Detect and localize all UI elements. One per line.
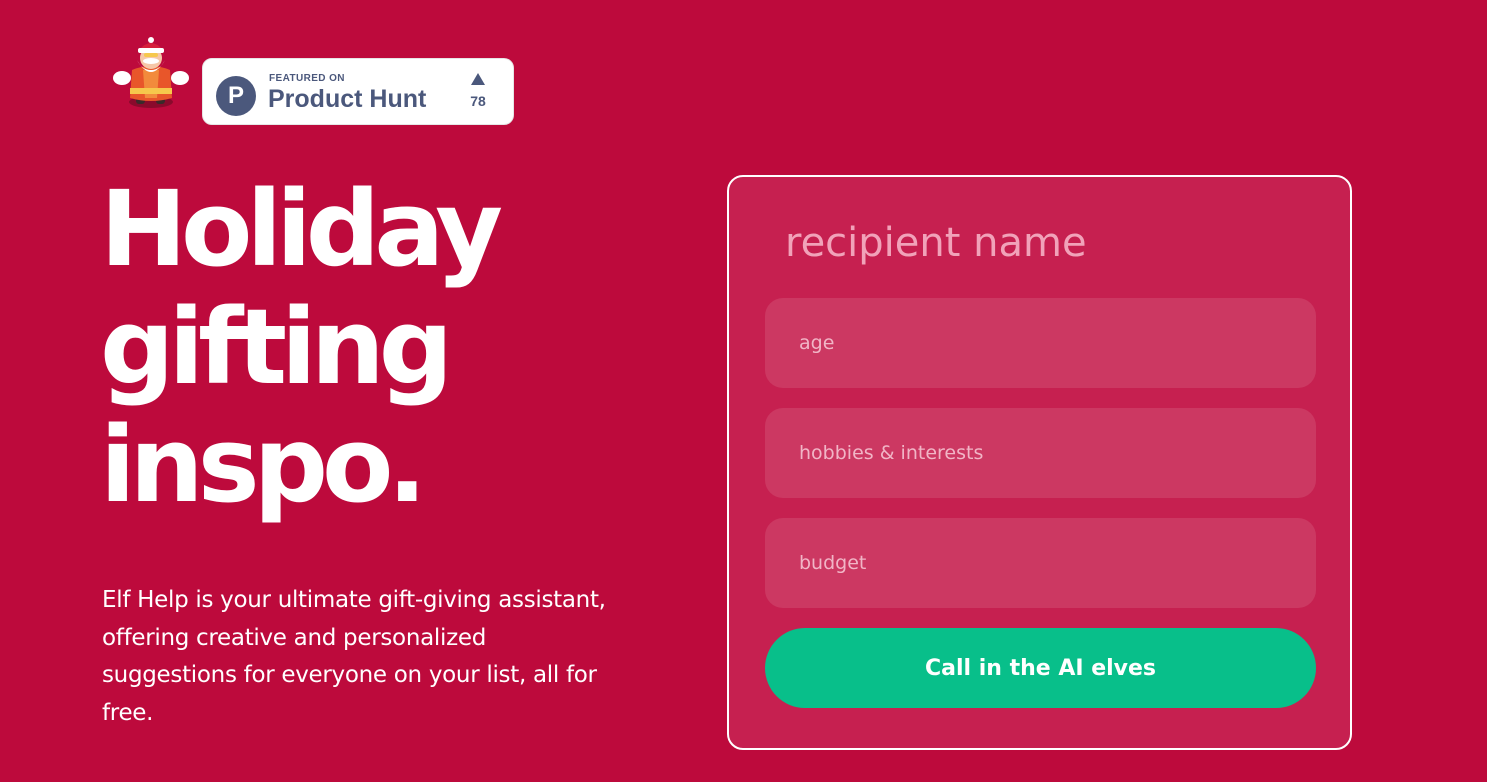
age-input[interactable] [765, 298, 1316, 388]
call-ai-elves-button[interactable]: Call in the AI elves [765, 628, 1316, 708]
hero-headline: Holiday gifting inspo. [100, 170, 660, 524]
product-hunt-badge[interactable]: P FEATURED ON Product Hunt 78 [202, 58, 514, 125]
santa-elf-mascot-icon [113, 37, 189, 108]
headline-line-2: gifting [100, 286, 453, 408]
recipient-name-input[interactable] [765, 203, 1315, 283]
hobbies-input[interactable] [765, 408, 1316, 498]
headline-line-1: Holiday [100, 168, 503, 290]
triangle-up-icon [471, 73, 485, 85]
headline-line-3: inspo. [100, 404, 427, 526]
product-hunt-logo-icon: P [216, 76, 256, 116]
santa-elf-logo[interactable] [110, 36, 194, 110]
hero-description: Elf Help is your ultimate gift-giving as… [102, 587, 606, 726]
product-hunt-logo-letter: P [227, 82, 244, 109]
gift-form: Call in the AI elves [727, 175, 1352, 750]
featured-on-label: FEATURED ON [269, 73, 345, 84]
budget-input[interactable] [765, 518, 1316, 608]
product-hunt-name: Product Hunt [268, 85, 427, 113]
upvote-count: 78 [470, 93, 486, 109]
